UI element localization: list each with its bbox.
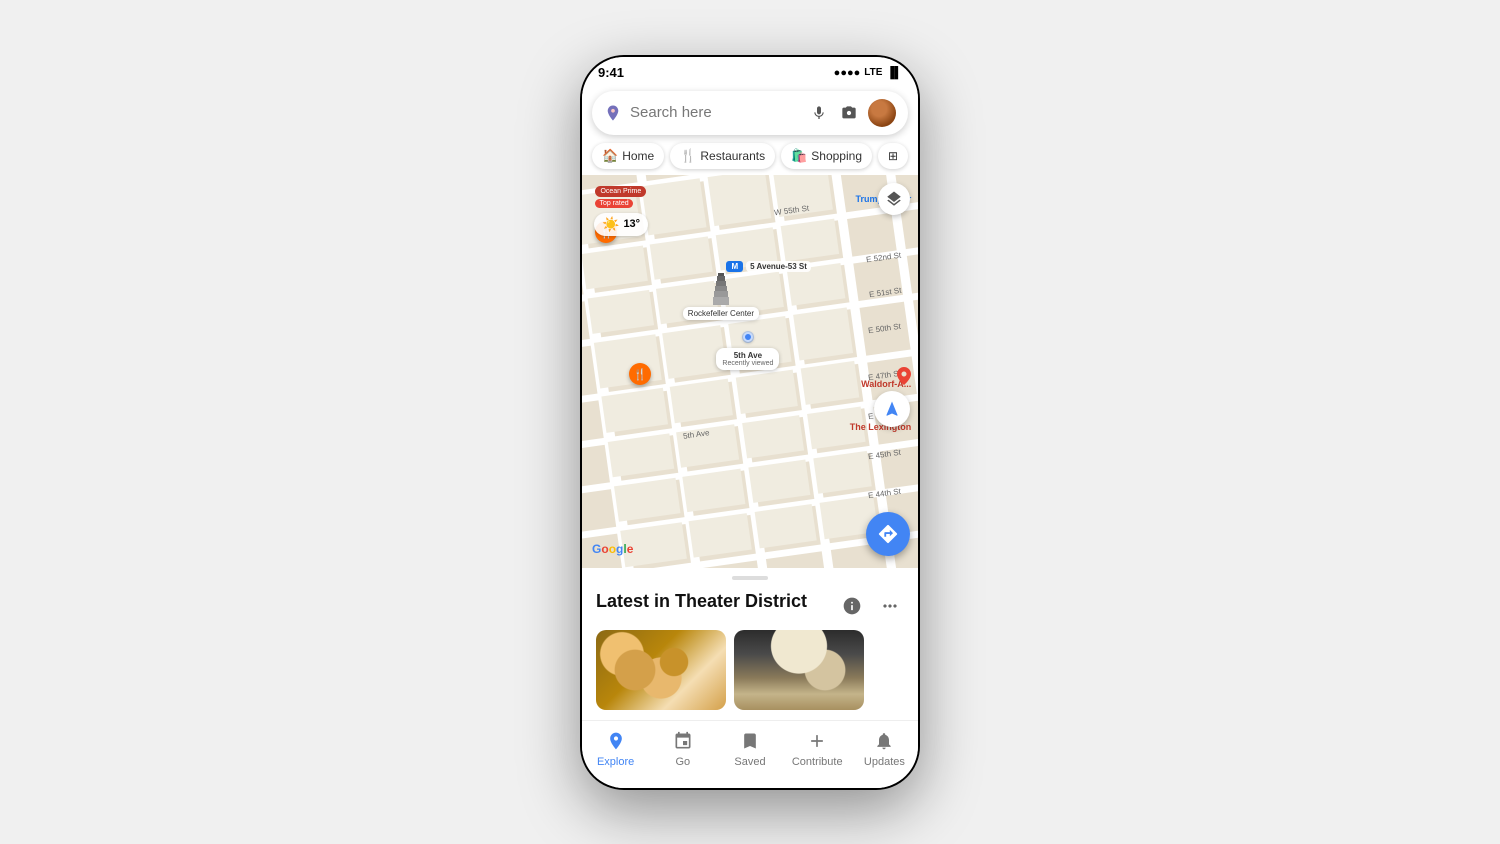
subway-m-badge: M bbox=[726, 261, 743, 272]
street-label-e50: E 50th St bbox=[868, 322, 902, 335]
more-icon: ⊞ bbox=[888, 149, 898, 163]
directions-button[interactable] bbox=[866, 512, 910, 556]
contribute-icon bbox=[805, 729, 829, 753]
street-label-e52: E 52nd St bbox=[866, 251, 902, 265]
chip-shopping-label: Shopping bbox=[811, 149, 862, 163]
blue-ring bbox=[742, 331, 754, 343]
street-label-w55: W 55th St bbox=[773, 204, 809, 218]
photo-row bbox=[596, 630, 904, 710]
temperature: 13° bbox=[623, 218, 640, 230]
ocean-prime-badge: Ocean Prime bbox=[595, 186, 646, 197]
explore-icon bbox=[604, 729, 628, 753]
fifth-ave-pin[interactable]: 5th Ave Recently viewed bbox=[716, 332, 779, 370]
red-pin-icon bbox=[897, 367, 911, 385]
sheet-title: Latest in Theater District bbox=[596, 590, 807, 613]
map-area[interactable]: W 55th St E 52nd St E 51st St E 50th St … bbox=[582, 175, 918, 568]
google-o2: o bbox=[609, 542, 616, 556]
phone-screen: 9:41 ●●●● LTE ▐▌ Search here bbox=[582, 57, 918, 788]
google-g2: g bbox=[616, 542, 623, 556]
nav-contribute[interactable]: Contribute bbox=[784, 729, 851, 768]
search-bar[interactable]: Search here bbox=[592, 91, 908, 135]
rockefeller-label: Rockefeller Center bbox=[683, 307, 759, 320]
lexington-label: The Lexington bbox=[850, 422, 912, 432]
sun-icon: ☀️ bbox=[602, 216, 619, 233]
search-input[interactable]: Search here bbox=[630, 104, 800, 121]
network-type: LTE bbox=[864, 67, 882, 78]
status-bar: 9:41 ●●●● LTE ▐▌ bbox=[582, 57, 918, 85]
fifth-ave-label: 5th Ave Recently viewed bbox=[716, 348, 779, 370]
bottom-sheet: Latest in Theater District bbox=[582, 568, 918, 720]
chip-more[interactable]: ⊞ bbox=[878, 143, 908, 169]
street-label-e45: E 45th St bbox=[868, 447, 902, 460]
status-time: 9:41 bbox=[598, 65, 624, 80]
fifth-ave-name: 5th Ave bbox=[722, 351, 773, 360]
google-g: G bbox=[592, 542, 601, 556]
nav-updates[interactable]: Updates bbox=[851, 729, 918, 768]
signal-icon: ●●●● bbox=[834, 67, 861, 79]
weather-badge: ☀️ 13° bbox=[594, 213, 648, 236]
explore-label: Explore bbox=[597, 756, 634, 768]
nav-saved[interactable]: Saved bbox=[716, 729, 783, 768]
chip-home[interactable]: 🏠 Home bbox=[592, 143, 664, 169]
contribute-label: Contribute bbox=[792, 756, 843, 768]
nav-go[interactable]: Go bbox=[649, 729, 716, 768]
search-area: Search here bbox=[582, 85, 918, 139]
saved-label: Saved bbox=[734, 756, 765, 768]
avenue-label-5th: 5th Ave bbox=[682, 428, 710, 441]
restaurants-icon: 🍴 bbox=[680, 148, 696, 164]
interior-photo-image bbox=[734, 630, 864, 710]
filter-chips: 🏠 Home 🍴 Restaurants 🛍️ Shopping ⊞ bbox=[582, 139, 918, 175]
google-logo: Google bbox=[592, 542, 633, 556]
rockefeller-pin[interactable]: Rockefeller Center bbox=[683, 273, 759, 320]
shopping-icon: 🛍️ bbox=[791, 148, 807, 164]
interior-photo-thumb[interactable] bbox=[734, 630, 864, 710]
phone-frame: 9:41 ●●●● LTE ▐▌ Search here bbox=[580, 55, 920, 790]
updates-icon bbox=[872, 729, 896, 753]
top-rated-badge: Top rated bbox=[595, 199, 632, 208]
status-icons: ●●●● LTE ▐▌ bbox=[834, 67, 902, 79]
recently-viewed-text: Recently viewed bbox=[722, 360, 773, 367]
updates-label: Updates bbox=[864, 756, 905, 768]
food-photo-thumb[interactable] bbox=[596, 630, 726, 710]
chip-home-label: Home bbox=[622, 149, 654, 163]
street-label-e51: E 51st St bbox=[868, 286, 901, 299]
subway-label: 5 Avenue-53 St bbox=[746, 261, 811, 272]
chip-restaurants-label: Restaurants bbox=[700, 149, 765, 163]
microphone-icon[interactable] bbox=[808, 102, 830, 124]
building-svg bbox=[712, 273, 730, 305]
go-icon bbox=[671, 729, 695, 753]
battery-icon: ▐▌ bbox=[886, 67, 902, 79]
sheet-handle bbox=[732, 576, 768, 580]
home-icon: 🏠 bbox=[602, 148, 618, 164]
orange-pin-icon-2: 🍴 bbox=[629, 363, 651, 385]
camera-icon[interactable] bbox=[838, 102, 860, 124]
chip-restaurants[interactable]: 🍴 Restaurants bbox=[670, 143, 775, 169]
saved-icon bbox=[738, 729, 762, 753]
restaurant-pin-bottom[interactable]: 🍴 bbox=[629, 363, 651, 385]
chip-shopping[interactable]: 🛍️ Shopping bbox=[781, 143, 872, 169]
sheet-actions bbox=[838, 592, 904, 620]
google-o1: o bbox=[601, 542, 608, 556]
user-avatar[interactable] bbox=[868, 99, 896, 127]
waldorf-pin[interactable] bbox=[897, 367, 911, 390]
layers-button[interactable] bbox=[878, 183, 910, 215]
nav-explore[interactable]: Explore bbox=[582, 729, 649, 768]
bottom-nav: Explore Go Saved bbox=[582, 720, 918, 788]
street-label-e44: E 44th St bbox=[868, 487, 902, 500]
more-options-button[interactable] bbox=[876, 592, 904, 620]
food-photo-image bbox=[596, 630, 726, 710]
ocean-prime-pin[interactable]: Ocean Prime Top rated bbox=[595, 186, 646, 208]
sheet-header: Latest in Theater District bbox=[596, 590, 904, 620]
google-e: e bbox=[627, 542, 634, 556]
subway-station-badge[interactable]: M 5 Avenue-53 St bbox=[726, 261, 810, 272]
google-maps-logo-icon bbox=[604, 104, 622, 122]
info-button[interactable] bbox=[838, 592, 866, 620]
location-button[interactable] bbox=[874, 391, 910, 427]
map-labels-overlay: W 55th St E 52nd St E 51st St E 50th St … bbox=[582, 175, 918, 568]
go-label: Go bbox=[675, 756, 690, 768]
